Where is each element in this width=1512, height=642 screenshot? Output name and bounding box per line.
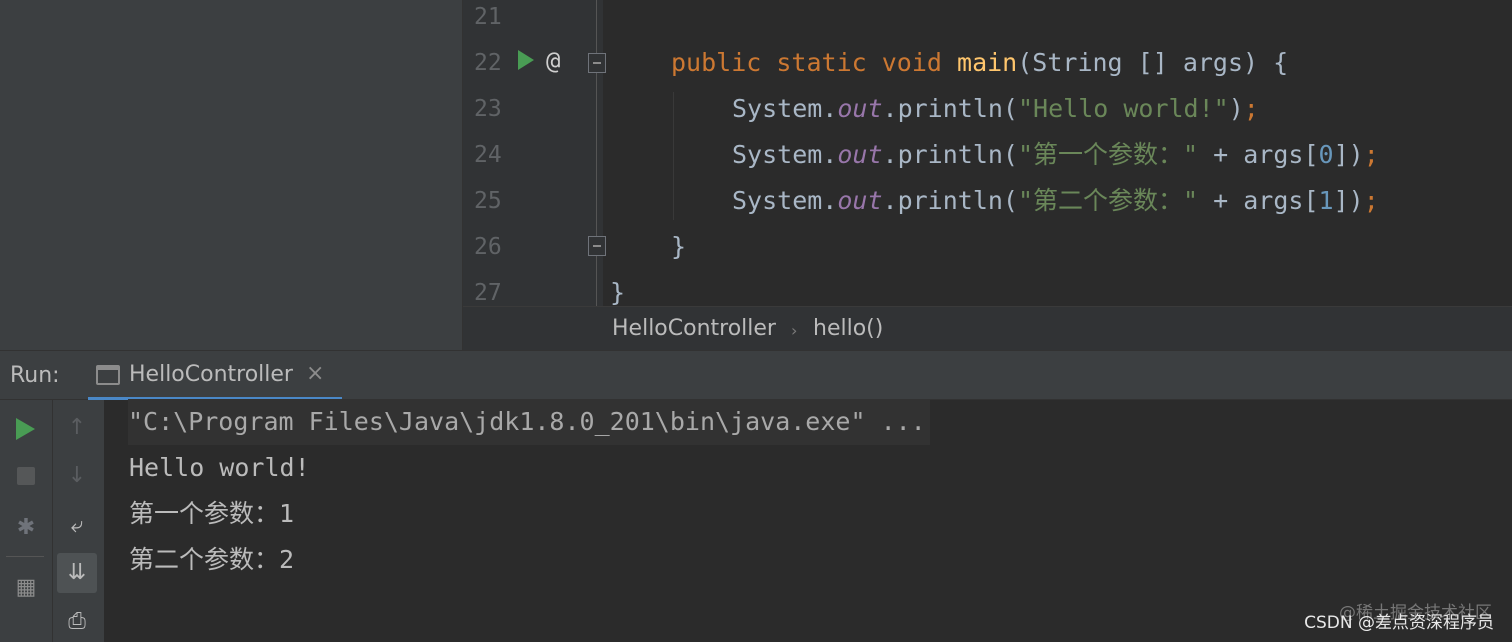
run-tab-hellocontroller[interactable]: HelloController × [88, 351, 342, 400]
code-line-25: System.out.println("第二个参数：" + args[1]); [732, 186, 1379, 215]
project-panel [0, 0, 463, 350]
line-number: 26 [474, 234, 502, 260]
console-tab-icon [96, 365, 120, 385]
breadcrumb: HelloController › hello() [463, 306, 1512, 350]
code-line-26: } [671, 232, 687, 261]
gutter-divider [596, 0, 597, 306]
print-icon[interactable]: ⎙ [57, 602, 97, 642]
fold-icon[interactable] [588, 236, 606, 256]
line-number: 22 [474, 50, 502, 76]
line-number: 24 [474, 142, 502, 168]
stop-icon[interactable] [17, 467, 35, 485]
console-command-line: "C:\Program Files\Java\jdk1.8.0_201\bin\… [128, 399, 930, 445]
console-line: 第一个参数：1 [129, 499, 295, 528]
console-line: 第二个参数：2 [129, 545, 295, 574]
breadcrumb-separator: › [791, 321, 798, 340]
pin-icon[interactable] [6, 608, 46, 642]
toolbar-divider [6, 556, 44, 557]
run-tool-header: Run: HelloController × [0, 350, 1512, 400]
debug-icon[interactable]: ✱ [6, 508, 46, 548]
scroll-to-end-icon[interactable]: ⇊ [57, 553, 97, 593]
line-number: 21 [474, 4, 502, 30]
up-arrow-icon[interactable]: ↑ [57, 408, 97, 448]
indent-guide [673, 92, 674, 220]
watermark: CSDN @差点资深程序员 [1304, 613, 1494, 633]
annotation-icon[interactable]: @ [546, 46, 560, 76]
breadcrumb-class[interactable]: HelloController [612, 316, 776, 341]
line-number: 23 [474, 96, 502, 122]
close-icon[interactable]: × [306, 361, 324, 386]
line-number: 25 [474, 188, 502, 214]
fold-icon[interactable] [588, 53, 606, 73]
code-line-22: public static void main(String [] args) … [671, 48, 1289, 77]
down-arrow-icon[interactable]: ↓ [57, 456, 97, 496]
code-line-24: System.out.println("第一个参数：" + args[0]); [732, 140, 1379, 169]
breadcrumb-method[interactable]: hello() [813, 316, 883, 341]
layout-icon[interactable]: ▦ [6, 568, 46, 608]
toolbar-divider [52, 400, 53, 642]
rerun-icon[interactable] [16, 418, 35, 440]
run-tab-label: HelloController [129, 362, 293, 387]
console-line: Hello world! [129, 453, 310, 482]
code-line-23: System.out.println("Hello world!"); [732, 94, 1259, 123]
soft-wrap-icon[interactable]: ⤶ [57, 506, 97, 546]
run-main-icon[interactable] [518, 50, 534, 70]
run-label: Run: [10, 363, 60, 388]
